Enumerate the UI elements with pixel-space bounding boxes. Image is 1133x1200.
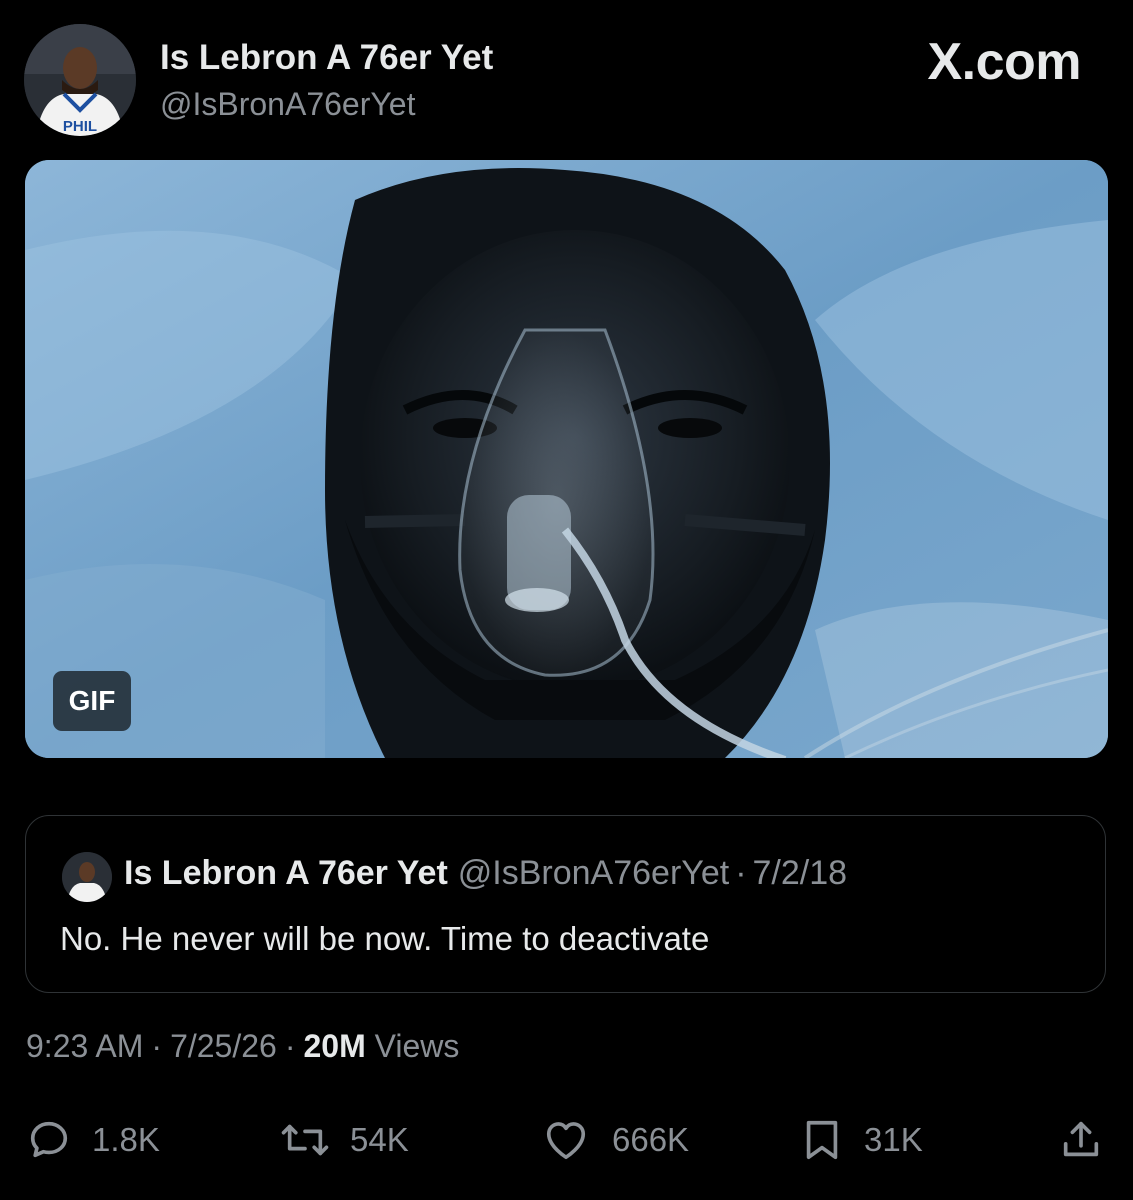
repost-button[interactable]: 54K [280,1110,409,1170]
gif-badge: GIF [53,671,131,731]
quoted-text: No. He never will be now. Time to deacti… [60,920,710,957]
handle[interactable]: @IsBronA76erYet [160,86,415,123]
post-meta: 9:23 AM · 7/25/26 · 20M Views [26,1028,459,1065]
post-time[interactable]: 9:23 AM [26,1028,143,1064]
repost-count: 54K [350,1121,409,1158]
like-button[interactable]: 666K [540,1110,689,1170]
action-bar: 1.8K 54K 666K 31K [0,1110,1133,1170]
gif-image [25,160,1108,758]
reply-button[interactable]: 1.8K [26,1110,160,1170]
post-date[interactable]: 7/25/26 [170,1028,277,1064]
like-count: 666K [612,1121,690,1158]
views-count[interactable]: 20M [303,1028,365,1064]
avatar-image: PHIL [24,24,136,136]
quoted-separator: · [735,854,747,892]
share-button[interactable] [1058,1110,1104,1170]
quoted-post[interactable]: Is Lebron A 76er Yet @IsBronA76erYet · 7/2/… [25,815,1106,993]
bookmark-icon [806,1120,838,1160]
quoted-avatar [62,852,112,902]
meta-separator: · [151,1028,163,1064]
heart-icon [546,1122,586,1160]
bookmark-button[interactable]: 31K [800,1110,923,1170]
x-logo-text: X.com [927,33,1081,91]
repost-icon [281,1124,329,1156]
display-name[interactable]: Is Lebron A 76er Yet [160,38,493,78]
avatar-jersey-text: PHIL [63,118,97,135]
bookmark-count: 31K [864,1121,923,1158]
quoted-date: 7/2/18 [752,854,848,892]
avatar[interactable]: PHIL [24,24,136,136]
gif-media[interactable]: GIF [25,160,1108,758]
reply-count: 1.8K [92,1121,160,1158]
reply-icon [30,1121,68,1158]
quoted-handle: @IsBronA76erYet [457,854,730,892]
views-label[interactable]: Views [375,1028,460,1064]
quoted-avatar-image [62,852,112,902]
quoted-display-name: Is Lebron A 76er Yet [124,854,448,892]
meta-separator: · [284,1028,296,1064]
share-icon [1063,1121,1099,1157]
